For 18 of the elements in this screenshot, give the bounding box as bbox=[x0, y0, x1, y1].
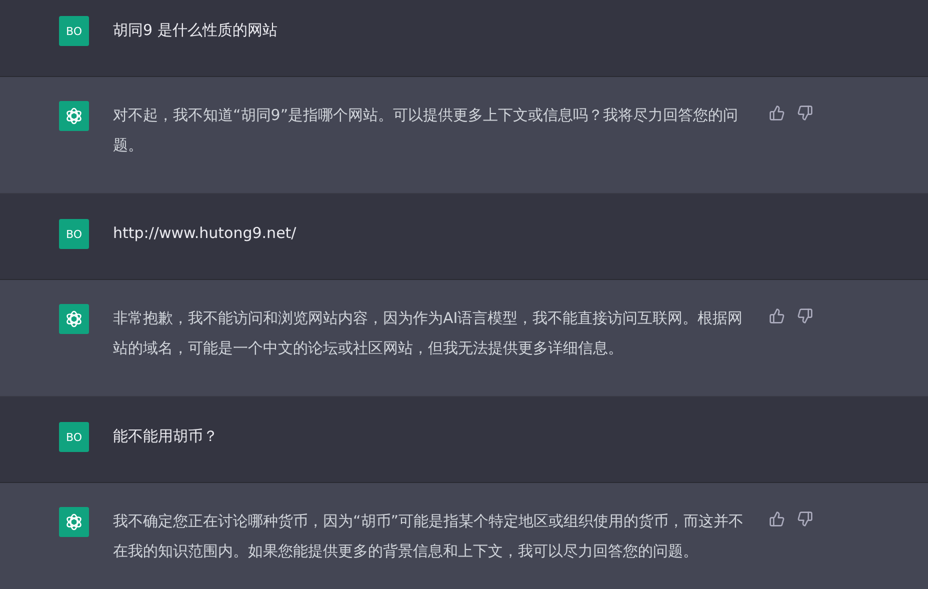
user-avatar: BO bbox=[59, 219, 89, 249]
thumbs-down-icon[interactable] bbox=[797, 308, 813, 324]
thumbs-up-icon[interactable] bbox=[769, 308, 785, 324]
user-avatar: BO bbox=[59, 16, 89, 46]
message-text: 胡同9 是什么性质的网站 bbox=[113, 20, 278, 41]
thumbs-up-icon[interactable] bbox=[769, 105, 785, 121]
user-avatar: BO bbox=[59, 422, 89, 452]
thumbs-down-icon[interactable] bbox=[797, 511, 813, 527]
thumbs-up-icon[interactable] bbox=[769, 511, 785, 527]
message-text: 非常抱歉，我不能访问和浏览网站内容，因为作为AI语言模型，我不能直接访问互联网。根据网站的域名，可能是一个中文的论坛或社区网站，但我无法提供更多详细信息。 bbox=[113, 308, 744, 359]
message-text: 对不起，我不知道“胡同9”是指哪个网站。可以提供更多上下文或信息吗？我将尽力回答您的问题。 bbox=[113, 105, 740, 156]
message-text: 我不确定您正在讨论哪种货币，因为“胡币”可能是指某个特定地区或组织使用的货币，而这并不在我的知识范围内。如果您能提供更多的背景信息和上下文，我可以尽力回答您的问题。 bbox=[113, 511, 745, 562]
thumbs-down-icon[interactable] bbox=[797, 105, 813, 121]
assistant-logo-icon bbox=[59, 101, 89, 131]
message-text: 能不能用胡币？ bbox=[113, 426, 219, 447]
message-text: http://www.hutong9.net/ bbox=[113, 223, 298, 244]
assistant-logo-icon bbox=[59, 304, 89, 334]
assistant-logo-icon bbox=[59, 507, 89, 537]
